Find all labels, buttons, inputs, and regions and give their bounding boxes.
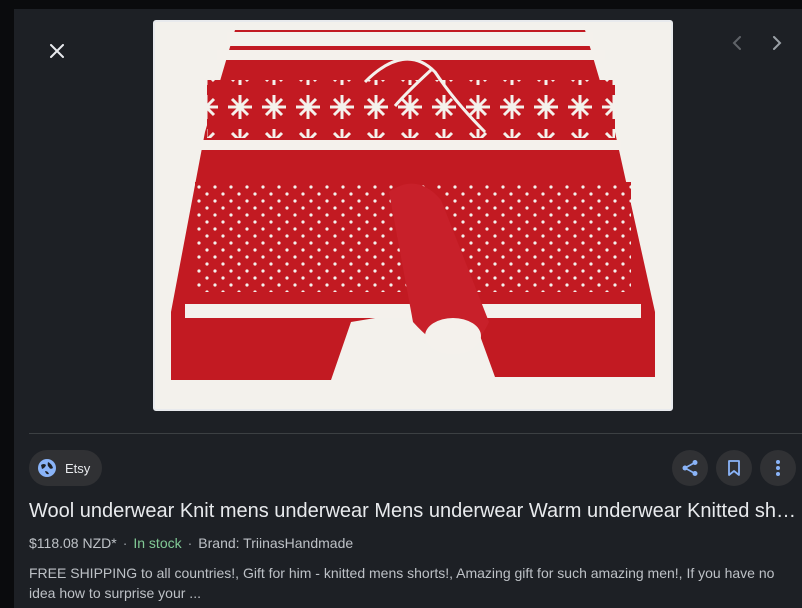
separator-dot: ·: [187, 535, 193, 551]
product-description: FREE SHIPPING to all countries!, Gift fo…: [29, 565, 775, 601]
product-title[interactable]: Wool underwear Knit mens underwear Mens …: [29, 500, 799, 523]
separator-dot: ·: [122, 535, 128, 551]
brand: Brand: TriinasHandmade: [198, 535, 354, 551]
chevron-right-icon: [773, 36, 782, 50]
price: $118.08 NZD*: [29, 535, 117, 551]
stock-status: In stock: [133, 535, 182, 551]
source-name: Etsy: [65, 460, 91, 476]
globe-icon: [38, 459, 56, 477]
close-icon: [50, 44, 64, 58]
share-button[interactable]: [672, 450, 708, 486]
bookmark-icon: [728, 460, 740, 476]
knitted-shorts-illustration: [155, 22, 671, 409]
product-meta: $118.08 NZD* · In stock · Brand: TriinasHand…: [29, 535, 353, 551]
share-icon: [682, 460, 698, 476]
previous-button[interactable]: [722, 28, 752, 58]
close-button[interactable]: [42, 36, 72, 66]
product-image[interactable]: [153, 20, 673, 411]
chevron-left-icon: [732, 36, 741, 50]
more-vert-icon: [776, 460, 780, 476]
save-button[interactable]: [716, 450, 752, 486]
more-options-button[interactable]: [760, 450, 796, 486]
source-chip[interactable]: Etsy: [29, 450, 103, 486]
next-button[interactable]: [762, 28, 792, 58]
divider: [29, 433, 802, 434]
